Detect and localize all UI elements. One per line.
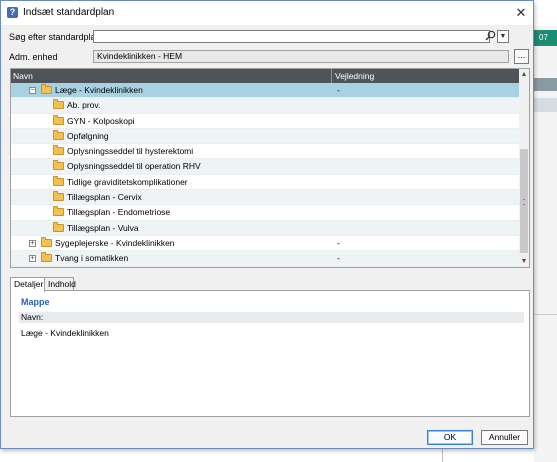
tree-plan-row[interactable]: Ab. prov. [11, 98, 519, 114]
scroll-up-icon[interactable]: ▲ [519, 71, 529, 78]
adm-unit-field: Kvindeklinikken - HEM [93, 50, 509, 63]
search-label: Søg efter standardplan: [9, 32, 104, 42]
background-topbar [534, 0, 557, 26]
row-name: Oplysningsseddel til operation RHV [67, 161, 201, 172]
tree-plan-row[interactable]: Tillægsplan - Cervix [11, 190, 519, 206]
tree-plan-row[interactable]: Opfølgning [11, 128, 519, 145]
folder-icon [53, 221, 64, 232]
column-separator[interactable] [331, 69, 332, 83]
tree-plan-row[interactable]: Oplysningsseddel til operation RHV [11, 159, 519, 175]
folder-icon [53, 191, 64, 202]
search-input[interactable] [93, 30, 490, 43]
tree-plan-row[interactable]: Tidlige graviditetskomplikationer [11, 175, 519, 191]
scrollbar-grip [523, 199, 525, 205]
tree-header: Navn Vejledning [11, 69, 519, 83]
folder-icon [53, 129, 64, 140]
folder-icon [41, 252, 52, 263]
folder-icon [53, 114, 64, 125]
folder-icon [41, 236, 52, 247]
chevron-down-icon: ▼ [499, 33, 507, 40]
row-vejledning: - [337, 85, 340, 95]
row-name: Tillægsplan - Cervix [67, 192, 142, 203]
folder-icon [53, 160, 64, 171]
cancel-button[interactable]: Annuller [481, 430, 528, 445]
background-band [534, 78, 557, 91]
row-name: Opfølgning [67, 130, 109, 141]
row-name: Tillægsplan - Vulva [67, 222, 139, 233]
close-button[interactable]: ✕ [513, 5, 529, 21]
background-app [534, 0, 557, 462]
folder-icon [53, 99, 64, 110]
scrollbar-thumb[interactable] [520, 149, 528, 253]
row-vejledning: - [337, 253, 340, 264]
row-name: Ab. prov. [67, 100, 101, 111]
tree-folder-row[interactable]: − Læge - Kvindeklinikken - [11, 83, 519, 99]
row-name: GYN - Kolposkopi [67, 115, 135, 126]
expand-icon[interactable]: + [29, 239, 36, 247]
details-field-band [19, 312, 524, 323]
row-vejledning: - [337, 237, 340, 248]
column-header-vejledning[interactable]: Vejledning [335, 71, 374, 81]
dialog-title: Indsæt standardplan [23, 7, 115, 18]
insert-standard-plan-dialog: ? Indsæt standardplan ✕ Søg efter standa… [0, 0, 534, 449]
ok-button[interactable]: OK [427, 430, 473, 445]
title-bar: ? Indsæt standardplan ✕ [1, 1, 533, 25]
folder-icon [53, 145, 64, 156]
details-field-label: Navn: [21, 312, 44, 322]
folder-icon [53, 175, 64, 186]
app-icon: ? [7, 7, 18, 18]
row-name: Sygeplejerske - Kvindeklinikken [55, 237, 175, 248]
tab-indhold[interactable]: Indhold [44, 277, 76, 291]
background-tab-number: 07 [534, 30, 557, 46]
scroll-down-icon[interactable]: ▼ [519, 258, 529, 265]
tree-plan-row[interactable]: Tillægsplan - Endometriose [11, 205, 519, 221]
row-name: Tillægsplan - Endometriose [67, 207, 171, 218]
tree-plan-row[interactable]: Tillægsplan - Vulva [11, 220, 519, 236]
folder-icon [41, 84, 52, 94]
details-field-value: Læge - Kvindeklinikken [21, 328, 109, 338]
background-band-light [534, 98, 557, 112]
search-icon[interactable] [484, 30, 497, 43]
details-title: Mappe [21, 297, 50, 307]
background-divider [534, 314, 557, 315]
tree-rows: − Læge - Kvindeklinikken - Ab. prov. GYN - K… [11, 83, 519, 267]
adm-browse-button[interactable]: ... [514, 49, 529, 64]
tree-plan-row[interactable]: GYN - Kolposkopi [11, 114, 519, 129]
adm-label: Adm. enhed [9, 52, 58, 62]
vertical-scrollbar[interactable]: ▲ ▼ [519, 69, 529, 267]
tree-folder-row[interactable]: + Sygeplejerske - Kvindeklinikken - [11, 236, 519, 252]
tree-plan-row[interactable]: Oplysningsseddel til hysterektomi [11, 144, 519, 160]
standard-plan-tree: Navn Vejledning − Læge - Kvindeklinikken -… [10, 68, 530, 268]
row-name: Oplysningsseddel til hysterektomi [67, 146, 194, 157]
expand-icon[interactable]: + [29, 255, 36, 263]
search-dropdown-button[interactable]: ▼ [497, 30, 509, 43]
tree-folder-row[interactable]: + Tvang i somatikken - [11, 251, 519, 267]
collapse-icon[interactable]: − [29, 87, 36, 94]
column-header-name[interactable]: Navn [13, 71, 33, 81]
tab-detaljer[interactable]: Detaljer [10, 277, 45, 292]
details-panel: Mappe Navn: Læge - Kvindeklinikken [10, 290, 530, 417]
row-name: Tidlige graviditetskomplikationer [67, 176, 188, 187]
row-name: Tvang i somatikken [55, 253, 129, 264]
folder-icon [53, 206, 64, 217]
row-name: Læge - Kvindeklinikken [55, 85, 143, 95]
